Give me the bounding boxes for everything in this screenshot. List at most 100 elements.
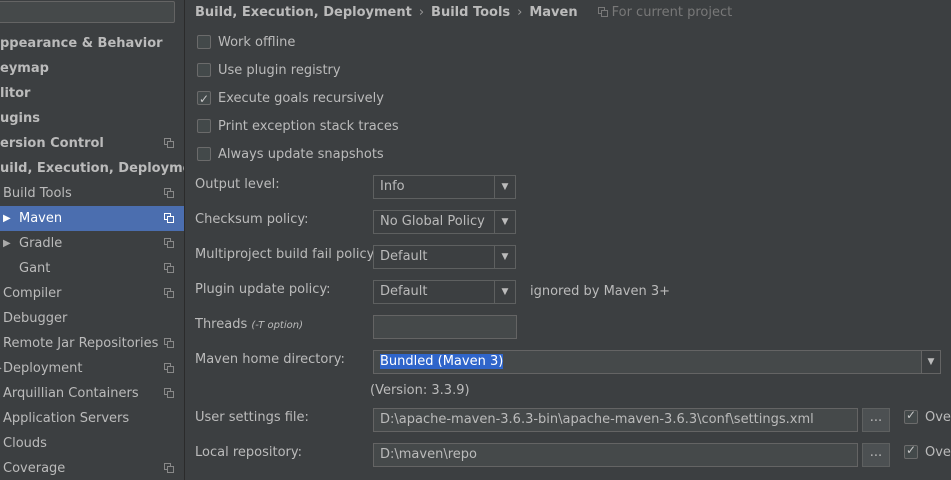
sidebar-item-label: Gant [19,261,51,276]
project-scope-note: For current project [597,5,733,20]
project-scope-label: For current project [611,5,733,20]
expand-arrow-icon[interactable]: ▶ [0,356,2,381]
plugin-update-policy-label: Plugin update policy: [195,282,331,297]
always-update-snapshots-checkbox[interactable]: Always update snapshots [197,145,384,165]
sidebar-item-editor[interactable]: litor [0,81,184,106]
sidebar-item-label: Remote Jar Repositories [3,336,159,351]
sidebar-item-version-control[interactable]: ersion Control [0,131,184,156]
project-scope-icon [164,463,174,473]
maven-home-select[interactable]: Bundled (Maven 3) ▼ [373,350,941,374]
expand-arrow-icon[interactable]: ▶ [3,206,11,231]
chevron-down-icon[interactable]: ▼ [494,246,515,268]
breadcrumb-separator: › [517,5,523,20]
project-scope-icon [164,263,174,273]
sidebar-item-clouds[interactable]: Clouds [0,431,184,456]
sidebar-item-debugger[interactable]: Debugger [0,306,184,331]
sidebar-item-coverage[interactable]: Coverage [0,456,184,480]
select-value: Default [380,284,428,299]
project-scope-icon [164,288,174,298]
project-scope-icon [164,238,174,248]
sidebar-item-label: Build Tools [3,186,72,201]
breadcrumb-item: Build, Execution, Deployment [195,5,412,20]
checkbox-label: Ove [925,410,951,425]
project-scope-icon [164,363,174,373]
sidebar-item-plugins[interactable]: ugins [0,106,184,131]
local-repository-input[interactable]: D:\maven\repo [373,443,858,467]
sidebar-item-label: Deployment [3,361,83,376]
checkbox-box[interactable] [904,408,918,424]
sidebar-item-remote-jar-repositories[interactable]: Remote Jar Repositories [0,331,184,356]
checksum-policy-select[interactable]: No Global Policy ▼ [373,210,516,234]
print-exception-stack-traces-checkbox[interactable]: Print exception stack traces [197,117,399,137]
sidebar-item-label: Application Servers [3,411,130,426]
output-level-label: Output level: [195,177,280,192]
sidebar-item-label: Maven [19,211,63,226]
sidebar-item-label: ppearance & Behavior [0,36,163,51]
user-settings-input[interactable]: D:\apache-maven-3.6.3-bin\apache-maven-3… [373,408,858,432]
chevron-down-icon[interactable]: ▼ [921,351,940,373]
sidebar-item-maven[interactable]: ▶ Maven [0,206,184,231]
settings-sidebar: ppearance & Behavior eymap litor ugins e… [0,0,185,480]
output-level-select[interactable]: Info ▼ [373,175,516,199]
sidebar-item-arquillian-containers[interactable]: Arquillian Containers [0,381,184,406]
checkbox-box[interactable] [197,34,211,49]
breadcrumb-item: Build Tools [431,5,511,20]
sidebar-item-label: uild, Execution, Deployment [0,161,184,176]
select-value: Default [380,249,428,264]
plugin-update-policy-select[interactable]: Default ▼ [373,280,516,304]
chevron-down-icon[interactable]: ▼ [494,281,515,303]
maven-home-value: Bundled (Maven 3) [380,354,504,369]
sidebar-item-label: Clouds [3,436,47,451]
breadcrumb-item: Maven [529,5,578,20]
maven-settings-panel: Build, Execution, Deployment › Build Tools… [185,0,951,480]
project-scope-icon [597,7,608,17]
override-local-repository-checkbox[interactable]: Ove [904,443,951,460]
sidebar-item-gradle[interactable]: ▶ Gradle [0,231,184,256]
checkbox-box[interactable] [197,62,211,77]
browse-local-repository-button[interactable]: ... [862,443,890,467]
chevron-down-icon[interactable]: ▼ [494,211,515,233]
threads-label: Threads (-T option) [195,317,303,332]
checkbox-box[interactable] [197,118,211,133]
chevron-down-icon[interactable]: ▼ [494,176,515,198]
override-user-settings-checkbox[interactable]: Ove [904,408,951,425]
checkbox-box[interactable] [904,443,918,459]
sidebar-item-appearance[interactable]: ppearance & Behavior [0,31,184,56]
project-scope-icon [164,388,174,398]
execute-goals-recursively-checkbox[interactable]: Execute goals recursively [197,89,384,109]
maven-version-label: (Version: 3.3.9) [370,383,470,398]
sidebar-item-label: ugins [0,111,41,126]
threads-option-hint: (-T option) [251,320,303,331]
sidebar-item-keymap[interactable]: eymap [0,56,184,81]
expand-arrow-icon[interactable]: ▶ [3,231,11,256]
checkbox-box[interactable] [197,146,211,161]
use-plugin-registry-checkbox[interactable]: Use plugin registry [197,61,341,81]
sidebar-item-application-servers[interactable]: Application Servers [0,406,184,431]
threads-label-text: Threads [195,317,248,332]
project-scope-icon [164,188,174,198]
settings-search-input[interactable] [0,1,175,23]
multiproject-fail-policy-label: Multiproject build fail policy: [195,247,378,262]
sidebar-item-label: litor [0,86,31,101]
sidebar-item-gant[interactable]: Gant [0,256,184,281]
sidebar-item-label: Arquillian Containers [3,386,139,401]
project-scope-icon [164,138,174,148]
sidebar-item-compiler[interactable]: Compiler [0,281,184,306]
sidebar-item-deployment[interactable]: ▶ Deployment [0,356,184,381]
sidebar-item-label: eymap [0,61,49,76]
local-repository-label: Local repository: [195,445,302,460]
threads-input[interactable] [373,315,517,339]
sidebar-item-build-tools[interactable]: Build Tools [0,181,184,206]
checkbox-label: Ove [925,445,951,460]
sidebar-item-label: Gradle [19,236,63,251]
multiproject-fail-policy-select[interactable]: Default ▼ [373,245,516,269]
checkbox-label: Print exception stack traces [218,119,399,134]
project-scope-icon [164,338,174,348]
checkbox-box[interactable] [197,89,211,109]
maven-home-label: Maven home directory: [195,352,345,367]
breadcrumb: Build, Execution, Deployment › Build Tools… [195,0,732,26]
work-offline-checkbox[interactable]: Work offline [197,33,295,53]
browse-user-settings-button[interactable]: ... [862,408,890,432]
sidebar-item-label: Compiler [3,286,62,301]
sidebar-item-build-execution-deployment[interactable]: uild, Execution, Deployment [0,156,184,181]
